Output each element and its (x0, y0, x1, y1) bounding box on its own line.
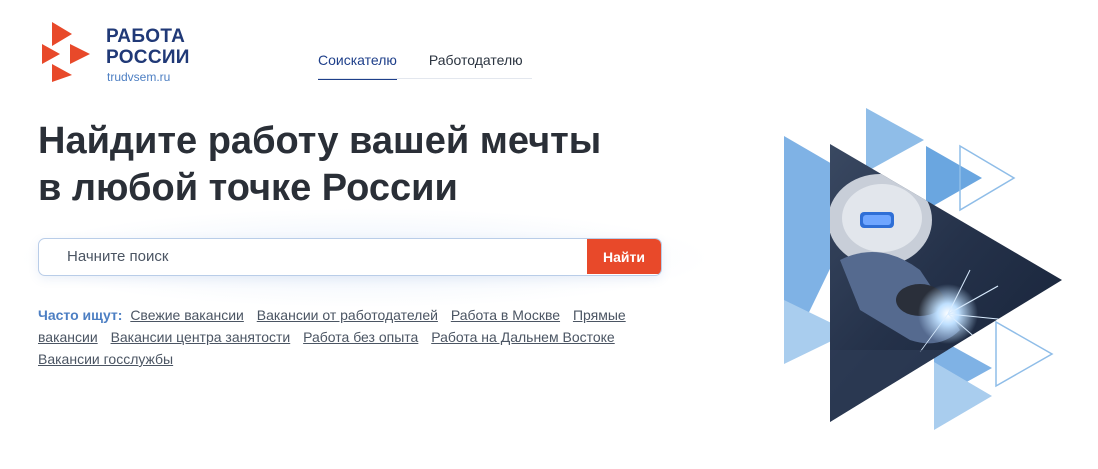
logo-title-line2: РОССИИ (106, 47, 190, 68)
page-title-line2: в любой точке России (38, 167, 458, 209)
popular-link-work-in-moscow[interactable]: Работа в Москве (451, 307, 560, 323)
popular-link-no-experience[interactable]: Работа без опыта (303, 329, 418, 345)
popular-link-far-east[interactable]: Работа на Дальнем Востоке (431, 329, 615, 345)
search-button[interactable]: Найти (587, 239, 661, 274)
audience-tabs: Соискателю Работодателю (318, 52, 555, 80)
search-input[interactable] (39, 239, 587, 274)
popular-link-fresh-vacancies[interactable]: Свежие вакансии (130, 307, 244, 323)
welder-illustration (784, 108, 1062, 430)
page-title: Найдите работу вашей мечты в любой точке… (38, 118, 718, 212)
popular-searches: Часто ищут: Свежие вакансии Вакансии от … (38, 304, 668, 370)
logo-site-url: trudvsem.ru (107, 70, 171, 84)
tab-job-seeker[interactable]: Соискателю (318, 52, 397, 80)
page-title-line1: Найдите работу вашей мечты (38, 120, 602, 162)
logo-title-line1: РАБОТА (106, 26, 186, 47)
popular-link-employment-center[interactable]: Вакансии центра занятости (111, 329, 291, 345)
popular-link-civil-service[interactable]: Вакансии госслужбы (38, 351, 173, 367)
popular-link-employer-vacancies[interactable]: Вакансии от работодателей (257, 307, 438, 323)
site-logo[interactable]: РАБОТА РОССИИ trudvsem.ru (38, 20, 218, 84)
logo-arrows-icon (42, 22, 90, 82)
tabs-divider (318, 78, 532, 79)
logo-title: РАБОТА РОССИИ (106, 26, 190, 68)
search-box: Найти (38, 238, 662, 276)
tab-employer[interactable]: Работодателю (429, 52, 523, 80)
popular-searches-label: Часто ищут: (38, 307, 123, 323)
